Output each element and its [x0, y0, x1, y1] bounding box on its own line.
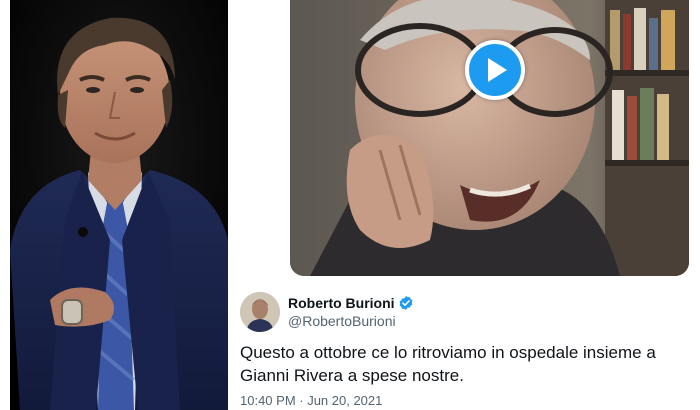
verified-badge-icon: [398, 295, 414, 311]
tweet-author: Roberto Burioni @RobertoBurioni: [240, 290, 414, 334]
tweet-video[interactable]: [290, 0, 689, 276]
name-row: Roberto Burioni: [288, 295, 414, 311]
composite-image: Roberto Burioni @RobertoBurioni Questo a…: [0, 0, 700, 410]
portrait-photo: [10, 0, 228, 410]
tweet-timestamp[interactable]: 10:40 PM · Jun 20, 2021: [240, 393, 382, 408]
avatar[interactable]: [240, 292, 280, 332]
tweet-card: Roberto Burioni @RobertoBurioni Questo a…: [230, 0, 700, 410]
user-handle[interactable]: @RobertoBurioni: [288, 313, 414, 329]
tweet-text: Questo a ottobre ce lo ritroviamo in osp…: [240, 343, 656, 385]
play-icon: [488, 58, 507, 82]
display-name[interactable]: Roberto Burioni: [288, 295, 395, 311]
play-button[interactable]: [465, 40, 525, 100]
author-names: Roberto Burioni @RobertoBurioni: [288, 295, 414, 329]
